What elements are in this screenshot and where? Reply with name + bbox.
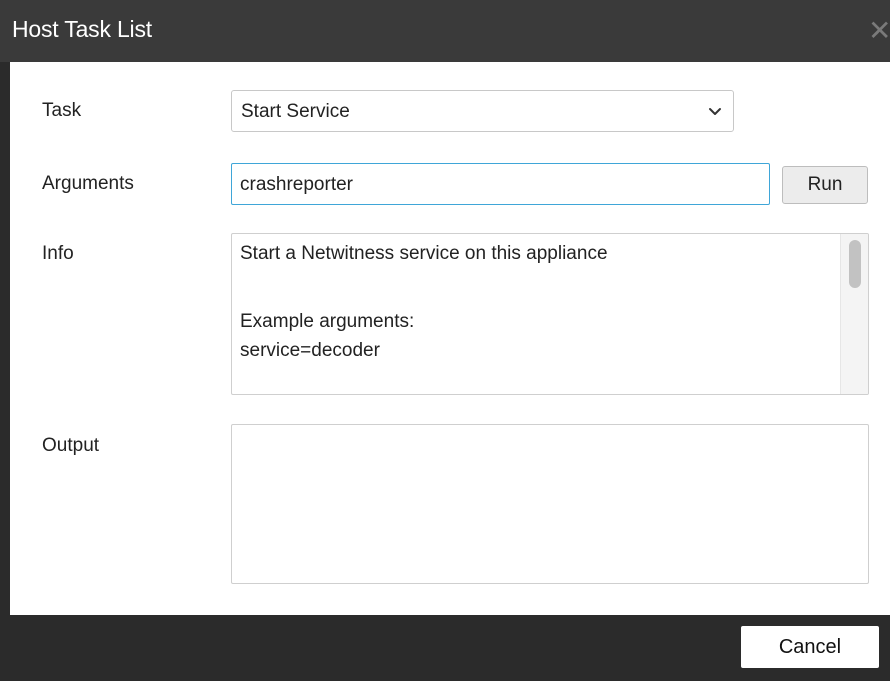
run-button[interactable]: Run [782,166,868,204]
info-textarea[interactable]: Start a Netwitness service on this appli… [231,233,869,395]
task-label: Task [42,100,82,121]
output-textarea[interactable] [231,424,869,584]
cancel-button[interactable]: Cancel [741,626,879,668]
dialog-title: Host Task List [12,16,152,42]
info-line: service=decoder [240,340,380,361]
arguments-input[interactable]: crashreporter [231,163,770,205]
task-select-value: Start Service [241,101,350,122]
chevron-down-icon [709,108,721,115]
output-label: Output [42,435,100,456]
info-line: Example arguments: [240,311,415,332]
task-select[interactable]: Start Service [231,90,734,132]
info-line: Start a Netwitness service on this appli… [240,243,608,264]
close-icon[interactable]: ✕ [868,16,890,46]
arguments-label: Arguments [42,173,134,194]
info-label: Info [42,243,74,264]
title-bar: Host Task List ✕ [0,0,890,62]
dialog-body: Task Start Service Arguments crashreport… [10,62,890,615]
host-task-list-dialog: Host Task List ✕ Task Start Service Argu… [0,0,890,681]
info-scrollbar[interactable] [840,234,868,394]
dialog-footer: Cancel [10,615,890,681]
arguments-input-value: crashreporter [240,174,353,195]
scrollbar-thumb[interactable] [849,240,861,288]
